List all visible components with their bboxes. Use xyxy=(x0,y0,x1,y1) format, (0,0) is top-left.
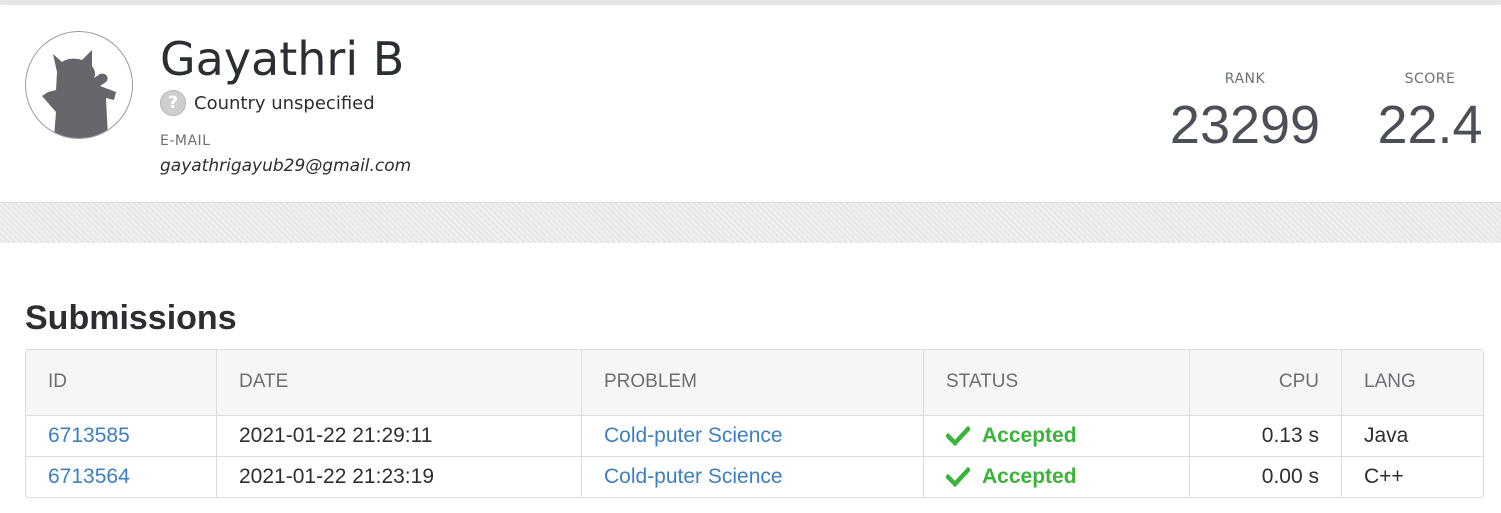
table-header-row: ID DATE PROBLEM STATUS CPU LANG xyxy=(26,350,1483,416)
table-row: 6713585 2021-01-22 21:29:11 Cold-puter S… xyxy=(26,415,1483,456)
problem-link[interactable]: Cold-puter Science xyxy=(604,465,783,488)
submission-date: 2021-01-22 21:23:19 xyxy=(216,455,582,497)
submissions-table: ID DATE PROBLEM STATUS CPU LANG 6713585 … xyxy=(25,349,1484,498)
submission-id-link[interactable]: 6713564 xyxy=(48,465,130,488)
column-header-cpu[interactable]: CPU xyxy=(1189,350,1342,416)
country-row: ? Country unspecified xyxy=(160,89,375,117)
profile-card: Gayathri B ? Country unspecified E-MAIL … xyxy=(0,5,1501,203)
column-header-lang[interactable]: LANG xyxy=(1341,350,1483,416)
language: Java xyxy=(1364,423,1409,447)
email-value: gayathrigayub29@gmail.com xyxy=(160,156,412,176)
table-row: 6713564 2021-01-22 21:23:19 Cold-puter S… xyxy=(26,455,1483,497)
cpu-time: 0.13 s xyxy=(1189,415,1342,456)
check-icon xyxy=(946,425,970,446)
status-accepted: Accepted xyxy=(982,423,1077,447)
language: C++ xyxy=(1341,455,1483,497)
column-header-date[interactable]: DATE xyxy=(216,350,582,416)
score-label: SCORE xyxy=(1404,71,1456,87)
user-name: Gayathri B xyxy=(160,32,405,86)
score-value: 22.4 xyxy=(1377,95,1483,155)
rank-stat: RANK 23299 xyxy=(1160,69,1330,157)
status-cell: Accepted xyxy=(946,457,1167,497)
column-header-id[interactable]: ID xyxy=(26,350,217,416)
submissions-title: Submissions xyxy=(25,299,237,337)
unknown-flag-icon: ? xyxy=(160,90,186,116)
header-band xyxy=(0,203,1501,243)
column-header-status[interactable]: STATUS xyxy=(923,350,1190,416)
submission-date: 2021-01-22 21:29:11 xyxy=(216,415,582,456)
submission-id-link[interactable]: 6713585 xyxy=(48,424,130,447)
rank-value: 23299 xyxy=(1169,95,1321,155)
cpu-time: 0.00 s xyxy=(1189,455,1342,497)
score-stat: SCORE 22.4 xyxy=(1365,69,1495,157)
email-label: E-MAIL xyxy=(160,133,211,149)
problem-link[interactable]: Cold-puter Science xyxy=(604,424,783,447)
status-cell: Accepted xyxy=(946,416,1167,456)
check-icon xyxy=(946,466,970,487)
column-header-problem[interactable]: PROBLEM xyxy=(581,350,924,416)
country-label: Country unspecified xyxy=(194,92,375,114)
default-cat-avatar-icon xyxy=(25,31,133,139)
rank-label: RANK xyxy=(1224,71,1266,87)
status-accepted: Accepted xyxy=(982,464,1077,488)
